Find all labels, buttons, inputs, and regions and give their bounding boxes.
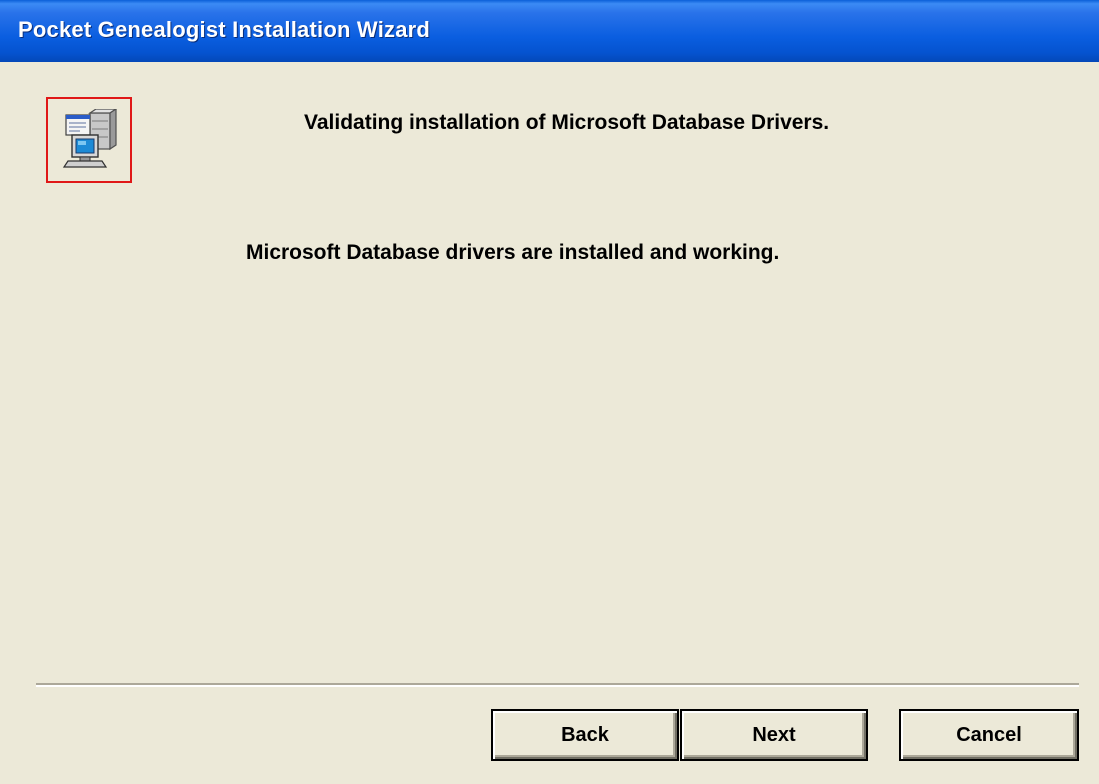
back-button[interactable]: Back (491, 709, 679, 761)
wizard-window: Pocket Genealogist Installation Wizard V… (0, 0, 1099, 784)
status-message: Microsoft Database drivers are installed… (246, 241, 780, 264)
icon-highlight-frame (46, 97, 132, 183)
page-heading: Validating installation of Microsoft Dat… (304, 111, 830, 134)
next-button[interactable]: Next (680, 709, 868, 761)
title-bar[interactable]: Pocket Genealogist Installation Wizard (0, 0, 1099, 62)
button-area-divider (36, 683, 1079, 687)
database-server-computer-icon (62, 109, 118, 168)
window-title: Pocket Genealogist Installation Wizard (18, 17, 431, 42)
cancel-button[interactable]: Cancel (899, 709, 1079, 761)
